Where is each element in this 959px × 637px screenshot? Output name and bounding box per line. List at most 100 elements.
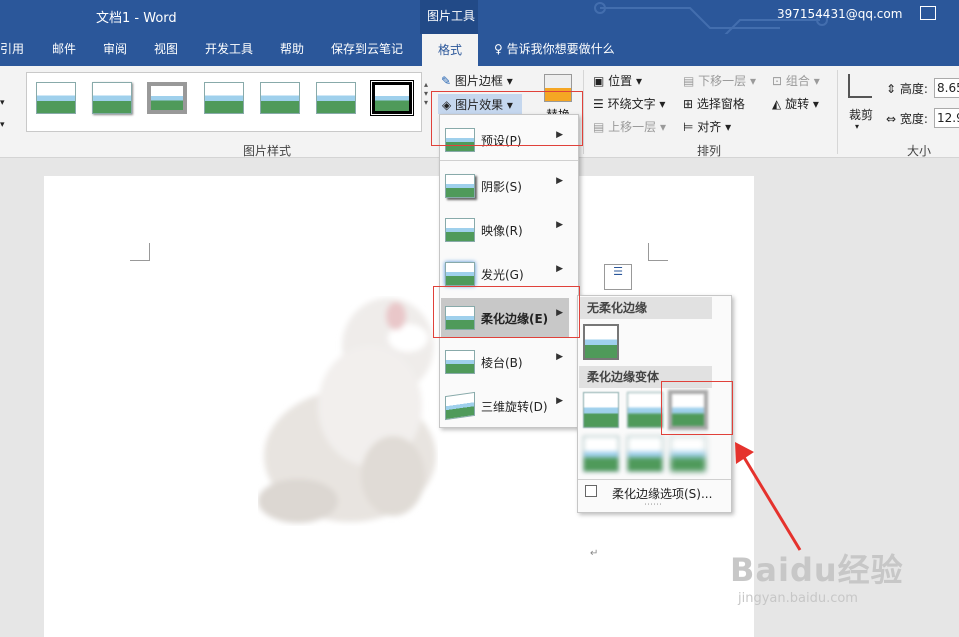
height-icon: ⇕: [886, 82, 897, 96]
width-input[interactable]: 12.9: [934, 108, 959, 128]
tab-view[interactable]: 视图: [154, 40, 178, 57]
account-email[interactable]: 397154431@qq.com: [777, 7, 902, 21]
chevron-right-icon: ▶: [556, 220, 563, 230]
rotate-button[interactable]: ◭ 旋转 ▾: [772, 95, 819, 112]
group-label-styles: 图片样式: [243, 144, 292, 158]
style-thumb[interactable]: [260, 82, 300, 114]
glow-icon: [445, 262, 475, 286]
selection-pane-button[interactable]: ⊞ 选择窗格: [683, 95, 745, 112]
soft-edge-options-checkbox[interactable]: [585, 485, 597, 497]
tab-save-cloud[interactable]: 保存到云笔记: [331, 40, 403, 57]
tab-format[interactable]: 格式: [422, 34, 478, 66]
wrap-text-button[interactable]: ☰ 环绕文字 ▾: [593, 95, 665, 112]
chevron-right-icon: ▶: [556, 130, 563, 140]
position-button[interactable]: ▣ 位置 ▾: [593, 72, 642, 89]
picture-effects-button[interactable]: ◈ 图片效果 ▾: [438, 94, 522, 114]
gallery-scroll-icon[interactable]: ▾: [0, 98, 5, 108]
tab-review[interactable]: 审阅: [103, 40, 127, 57]
group-label-size: 大小: [907, 144, 932, 158]
soft-edge-variant-selected[interactable]: [668, 390, 708, 430]
window-title: 文档1 - Word: [96, 11, 177, 26]
tab-developer[interactable]: 开发工具: [205, 40, 253, 57]
chevron-right-icon: ▶: [556, 308, 563, 318]
ribbon-display-icon[interactable]: [920, 6, 936, 20]
soft-edge-variant[interactable]: [627, 392, 663, 428]
align-icon: ⊨: [683, 120, 694, 134]
gallery-more-icon[interactable]: ▴ ▾ ▾: [424, 80, 434, 130]
baidu-watermark: Baidu经验 jingyan.baidu.com: [730, 551, 904, 606]
menu-divider: [578, 479, 731, 480]
height-input[interactable]: 8.65: [934, 78, 959, 98]
red-arrow-icon: [735, 442, 802, 551]
rotate-icon: ◭: [772, 97, 782, 111]
resize-grip[interactable]: ⋯⋯: [644, 500, 662, 510]
replace-icon: [544, 74, 572, 102]
picture-border-button[interactable]: ✎ 图片边框 ▾: [441, 72, 513, 89]
style-thumb[interactable]: [36, 82, 76, 114]
send-backward-icon: ▤: [683, 74, 695, 88]
chevron-down-icon: ▾: [855, 122, 860, 131]
tab-references[interactable]: 引用: [0, 40, 24, 57]
soft-edges-icon: [445, 306, 475, 330]
soft-edge-variant[interactable]: [583, 436, 619, 472]
soft-edge-variant[interactable]: [627, 436, 663, 472]
gallery-scroll-icon[interactable]: ▾: [0, 120, 5, 130]
effects-icon: ◈: [442, 98, 452, 112]
menu-item-reflection[interactable]: 映像(R) ▶: [441, 210, 569, 250]
chevron-right-icon: ▶: [556, 176, 563, 186]
chevron-right-icon: ▶: [556, 396, 563, 406]
menu-divider: [440, 160, 578, 161]
paragraph-mark: ↵: [590, 548, 599, 559]
chevron-right-icon: ▶: [556, 352, 563, 362]
tab-bar: [0, 34, 959, 66]
margin-corner-mark: [648, 243, 668, 261]
menu-item-shadow[interactable]: 阴影(S) ▶: [441, 166, 569, 206]
height-label: ⇕ 高度:: [886, 82, 928, 96]
width-icon: ⇔: [886, 112, 897, 126]
group-button[interactable]: ⊡ 组合 ▾: [772, 72, 820, 89]
shadow-icon: [445, 174, 475, 198]
style-thumb[interactable]: [370, 80, 414, 116]
crop-button[interactable]: 裁剪: [849, 106, 873, 123]
bring-forward-icon: ▤: [593, 120, 605, 134]
bring-forward-button[interactable]: ▤ 上移一层 ▾: [593, 118, 666, 135]
lightbulb-icon: ♀: [494, 42, 503, 56]
group-label-arrange: 排列: [697, 144, 722, 158]
style-thumb[interactable]: [316, 82, 356, 114]
position-icon: ▣: [593, 74, 605, 88]
menu-item-soft-edges[interactable]: 柔化边缘(E) ▶: [441, 298, 569, 338]
style-thumb[interactable]: [92, 82, 132, 114]
picture-tools-label: 图片工具: [427, 9, 476, 23]
no-soft-edge-option[interactable]: [583, 324, 619, 360]
tab-mailings[interactable]: 邮件: [52, 40, 76, 57]
cat-picture[interactable]: [258, 296, 438, 526]
group-icon: ⊡: [772, 74, 783, 88]
menu-item-bevel[interactable]: 棱台(B) ▶: [441, 342, 569, 382]
crop-icon: [848, 74, 872, 98]
no-soft-edges-header: 无柔化边缘: [579, 297, 712, 319]
soft-edge-options-item[interactable]: 柔化边缘选项(S)...: [612, 485, 712, 502]
soft-edge-variant[interactable]: [583, 392, 619, 428]
menu-item-3d-rotation[interactable]: 三维旋转(D) ▶: [441, 386, 569, 426]
style-thumb[interactable]: [147, 82, 187, 114]
chevron-right-icon: ▶: [556, 264, 563, 274]
soft-edge-variants-header: 柔化边缘变体: [579, 366, 712, 388]
width-label: ⇔ 宽度:: [886, 112, 928, 126]
menu-item-preset[interactable]: 预设(P) ▶: [441, 120, 569, 160]
soft-edge-variant[interactable]: [670, 436, 706, 472]
wrap-text-icon: ☰: [593, 97, 604, 111]
tell-me-search[interactable]: ♀ 告诉我你想要做什么: [494, 40, 615, 57]
tab-help[interactable]: 帮助: [280, 40, 304, 57]
pen-icon: ✎: [441, 74, 452, 88]
3d-rotation-icon: [445, 391, 475, 421]
margin-corner-mark: [130, 243, 150, 261]
send-backward-button[interactable]: ▤ 下移一层 ▾: [683, 72, 756, 89]
layout-options-icon[interactable]: ☰: [604, 264, 632, 290]
preset-icon: [445, 128, 475, 152]
style-thumb[interactable]: [204, 82, 244, 114]
reflection-icon: [445, 218, 475, 242]
bevel-icon: [445, 350, 475, 374]
selection-pane-icon: ⊞: [683, 97, 694, 111]
menu-item-glow[interactable]: 发光(G) ▶: [441, 254, 569, 294]
align-button[interactable]: ⊨ 对齐 ▾: [683, 118, 731, 135]
